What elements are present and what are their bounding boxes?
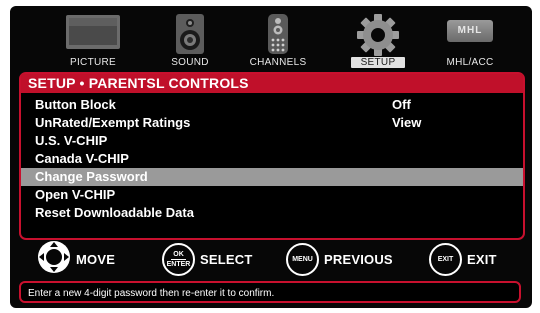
tab-picture[interactable]: PICTURE bbox=[45, 6, 141, 70]
panel-title: SETUP • PARENTSL CONTROLS bbox=[21, 74, 523, 93]
menu-item-label: Canada V-CHIP bbox=[35, 151, 129, 166]
menu-item-unrated-exempt-ratings[interactable]: UnRated/Exempt Ratings View bbox=[21, 114, 523, 132]
legend-label: MOVE bbox=[76, 251, 116, 267]
speaker-icon bbox=[175, 14, 205, 59]
parental-controls-panel: SETUP • PARENTSL CONTROLS Button Block O… bbox=[19, 72, 525, 240]
tab-label: MHL/ACC bbox=[446, 57, 494, 68]
tab-sound[interactable]: SOUND bbox=[142, 6, 238, 70]
menu-item-label: UnRated/Exempt Ratings bbox=[35, 115, 191, 130]
help-text-box: Enter a new 4-digit password then re-ent… bbox=[19, 281, 521, 303]
tab-label: CHANNELS bbox=[249, 57, 307, 68]
menu-item-value: Off bbox=[392, 97, 411, 112]
menu-item-button-block[interactable]: Button Block Off bbox=[21, 96, 523, 114]
tab-label: PICTURE bbox=[70, 57, 116, 68]
legend-label: PREVIOUS bbox=[324, 251, 393, 267]
key-text: EXIT bbox=[437, 255, 454, 263]
ok-enter-key-icon: OK ENTER bbox=[162, 242, 195, 276]
tab-mhl-acc[interactable]: MHL MHL/ACC bbox=[422, 6, 518, 70]
button-legend: MOVE OK ENTER SELECT MENU PREVIOUS EXIT … bbox=[10, 240, 532, 278]
mhl-icon: MHL bbox=[447, 20, 493, 42]
menu-item-label: Open V-CHIP bbox=[35, 187, 116, 202]
legend-label: SELECT bbox=[200, 251, 253, 267]
tv-menu-screen: PICTURE SOUND CHANNELS SETUP MHL MHL/ACC… bbox=[10, 6, 532, 308]
tab-setup[interactable]: SETUP bbox=[330, 6, 426, 70]
help-text: Enter a new 4-digit password then re-ent… bbox=[28, 288, 275, 299]
remote-icon bbox=[267, 14, 289, 59]
legend-label: EXIT bbox=[467, 251, 497, 267]
legend-select: OK ENTER SELECT bbox=[162, 240, 252, 278]
menu-key-icon: MENU bbox=[286, 242, 319, 276]
tab-label: SOUND bbox=[171, 57, 209, 68]
key-bottom-text: ENTER bbox=[166, 260, 191, 268]
menu-item-change-password[interactable]: Change Password bbox=[21, 168, 523, 186]
tv-icon bbox=[65, 14, 121, 57]
menu-item-open-vchip[interactable]: Open V-CHIP bbox=[21, 186, 523, 204]
dpad-icon bbox=[37, 240, 71, 279]
mhl-logo-text: MHL bbox=[457, 25, 483, 36]
menu-item-label: U.S. V-CHIP bbox=[35, 133, 108, 148]
menu-item-value: View bbox=[392, 115, 422, 130]
menu-item-label: Change Password bbox=[35, 169, 148, 184]
menu-item-label: Button Block bbox=[35, 97, 116, 112]
menu-item-canada-vchip[interactable]: Canada V-CHIP bbox=[21, 150, 523, 168]
menu-item-label: Reset Downloadable Data bbox=[35, 205, 194, 220]
key-top-text: OK bbox=[171, 250, 186, 260]
tab-label: SETUP bbox=[350, 57, 406, 68]
category-tabs: PICTURE SOUND CHANNELS SETUP MHL MHL/ACC bbox=[10, 6, 532, 70]
tab-channels[interactable]: CHANNELS bbox=[230, 6, 326, 70]
legend-previous: MENU PREVIOUS bbox=[286, 240, 393, 278]
key-text: MENU bbox=[292, 255, 313, 263]
gear-icon bbox=[357, 14, 399, 61]
legend-move: MOVE bbox=[37, 240, 115, 278]
exit-key-icon: EXIT bbox=[429, 242, 462, 276]
menu-item-reset-downloadable-data[interactable]: Reset Downloadable Data bbox=[21, 204, 523, 222]
menu-item-us-vchip[interactable]: U.S. V-CHIP bbox=[21, 132, 523, 150]
legend-exit: EXIT EXIT bbox=[429, 240, 497, 278]
